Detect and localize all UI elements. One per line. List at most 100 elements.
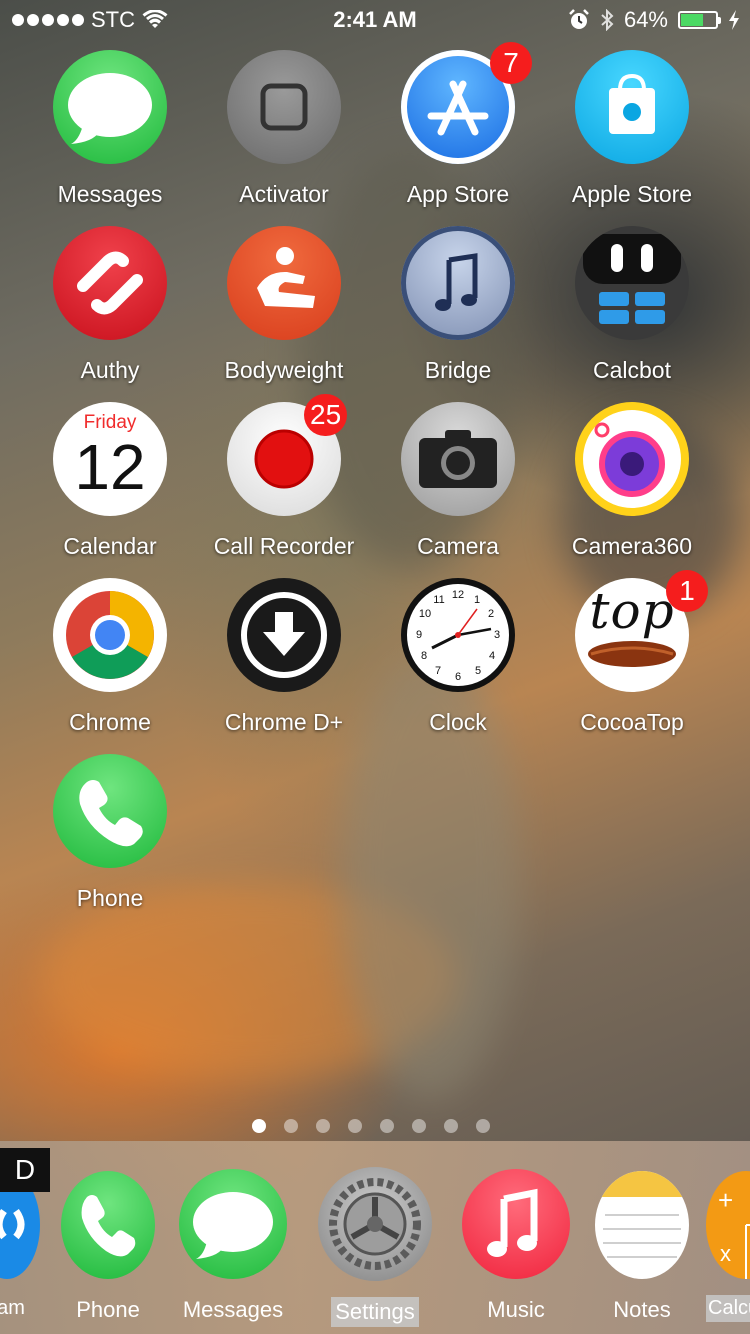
camera360-icon <box>575 402 689 516</box>
app-cocoatop[interactable]: top 1 CocoaTop <box>544 570 720 736</box>
app-label: Phone <box>76 885 144 911</box>
apple-store-icon <box>575 50 689 164</box>
app-authy[interactable]: Authy <box>22 226 198 384</box>
page-dot <box>284 1119 298 1133</box>
dock: azam Phone Messages Settings Music Notes… <box>0 1141 750 1334</box>
svg-text:3: 3 <box>494 629 500 641</box>
svg-text:7: 7 <box>435 665 441 677</box>
app-label: Camera <box>417 533 499 559</box>
app-app-store[interactable]: 7 App Store <box>370 42 546 208</box>
app-label: Chrome <box>69 709 151 735</box>
app-label: Chrome D+ <box>224 709 344 735</box>
dock-label: Music <box>487 1297 545 1322</box>
app-label: Call Recorder <box>213 533 355 559</box>
app-chrome[interactable]: Chrome <box>22 578 198 736</box>
notes-icon <box>595 1171 689 1279</box>
svg-text:1: 1 <box>474 594 480 606</box>
app-calcbot[interactable]: Calcbot <box>544 226 720 384</box>
calendar-icon: Friday 12 <box>53 402 167 516</box>
status-bar: STC 2:41 AM 64% <box>0 0 750 40</box>
dock-label: Phone <box>76 1297 140 1322</box>
app-label: Camera360 <box>571 533 693 559</box>
bridge-icon <box>401 226 515 340</box>
dock-label: Notes <box>613 1297 671 1322</box>
messages-icon <box>53 50 167 164</box>
app-apple-store[interactable]: Apple Store <box>544 50 720 208</box>
page-dot <box>412 1119 426 1133</box>
app-activator[interactable]: Activator <box>196 50 372 208</box>
authy-icon <box>53 226 167 340</box>
app-label: App Store <box>406 181 510 207</box>
messages-icon <box>179 1169 287 1279</box>
hint-letter-badge: D <box>0 1148 50 1192</box>
activator-icon <box>227 50 341 164</box>
svg-text:10: 10 <box>419 608 431 620</box>
settings-icon <box>318 1167 432 1281</box>
bluetooth-icon <box>601 9 614 31</box>
dock-label: Messages <box>182 1297 284 1322</box>
app-clock[interactable]: 12 1 2 3 4 5 6 7 8 9 10 11 Clock <box>370 578 546 736</box>
app-camera360[interactable]: Camera360 <box>544 402 720 560</box>
phone-icon <box>53 754 167 868</box>
page-dot <box>316 1119 330 1133</box>
page-dot <box>444 1119 458 1133</box>
app-label: Messages <box>57 181 163 207</box>
page-dot <box>348 1119 362 1133</box>
svg-text:11: 11 <box>433 594 444 606</box>
dock-label: Calcu <box>706 1295 750 1322</box>
notification-badge: 7 <box>490 42 532 84</box>
app-label: Apple Store <box>571 181 693 207</box>
battery-icon <box>678 11 721 29</box>
page-dot <box>380 1119 394 1133</box>
app-bodyweight[interactable]: Bodyweight <box>196 226 372 384</box>
chrome-download-icon <box>227 578 341 692</box>
app-call-recorder[interactable]: 25 Call Recorder <box>196 394 372 560</box>
chrome-icon <box>53 578 167 692</box>
calcbot-icon <box>575 226 689 340</box>
dock-app-notes[interactable]: Notes <box>590 1171 694 1323</box>
svg-text:12: 12 <box>452 589 464 601</box>
charging-icon <box>729 10 739 30</box>
notification-badge: 1 <box>666 570 708 612</box>
page-dot <box>476 1119 490 1133</box>
dock-app-settings[interactable]: Settings <box>312 1167 438 1327</box>
page-indicator[interactable] <box>252 1119 490 1133</box>
svg-text:6: 6 <box>455 671 461 683</box>
alarm-icon <box>569 9 589 29</box>
page-dot <box>252 1119 266 1133</box>
app-bridge[interactable]: Bridge <box>370 226 546 384</box>
dock-app-calculator[interactable]: +x Calcu <box>706 1171 750 1322</box>
calculator-icon: + x <box>706 1171 750 1279</box>
phone-icon <box>61 1171 155 1279</box>
svg-text:9: 9 <box>416 629 422 641</box>
svg-text:2: 2 <box>488 608 494 620</box>
battery-percent: 64% <box>623 7 668 32</box>
notification-badge: 25 <box>304 394 348 436</box>
svg-text:8: 8 <box>421 650 427 662</box>
calendar-day: 12 <box>74 431 146 503</box>
app-calendar[interactable]: Friday 12 Calendar <box>22 402 198 560</box>
dock-label: Settings <box>331 1297 419 1327</box>
dock-app-phone[interactable]: Phone <box>56 1171 160 1323</box>
app-label: Clock <box>429 709 487 735</box>
app-messages[interactable]: Messages <box>22 50 198 208</box>
app-phone[interactable]: Phone <box>22 754 198 912</box>
svg-text:4: 4 <box>489 650 495 662</box>
app-chrome-download[interactable]: Chrome D+ <box>196 578 372 736</box>
app-label: Calendar <box>63 533 157 559</box>
app-label: Bridge <box>424 357 492 383</box>
app-label: Authy <box>80 357 140 383</box>
bodyweight-icon <box>227 226 341 340</box>
app-label: CocoaTop <box>580 709 684 735</box>
svg-text:+: + <box>718 1185 733 1215</box>
dock-app-messages[interactable]: Messages <box>172 1169 294 1323</box>
camera-icon <box>401 402 515 516</box>
app-label: Calcbot <box>593 357 671 383</box>
app-label: Activator <box>239 181 329 207</box>
svg-text:x: x <box>720 1241 731 1266</box>
music-icon <box>462 1169 570 1279</box>
app-camera[interactable]: Camera <box>370 402 546 560</box>
clock-icon: 12 1 2 3 4 5 6 7 8 9 10 11 <box>401 578 515 692</box>
dock-app-music[interactable]: Music <box>456 1169 576 1323</box>
app-label: Bodyweight <box>224 357 344 383</box>
